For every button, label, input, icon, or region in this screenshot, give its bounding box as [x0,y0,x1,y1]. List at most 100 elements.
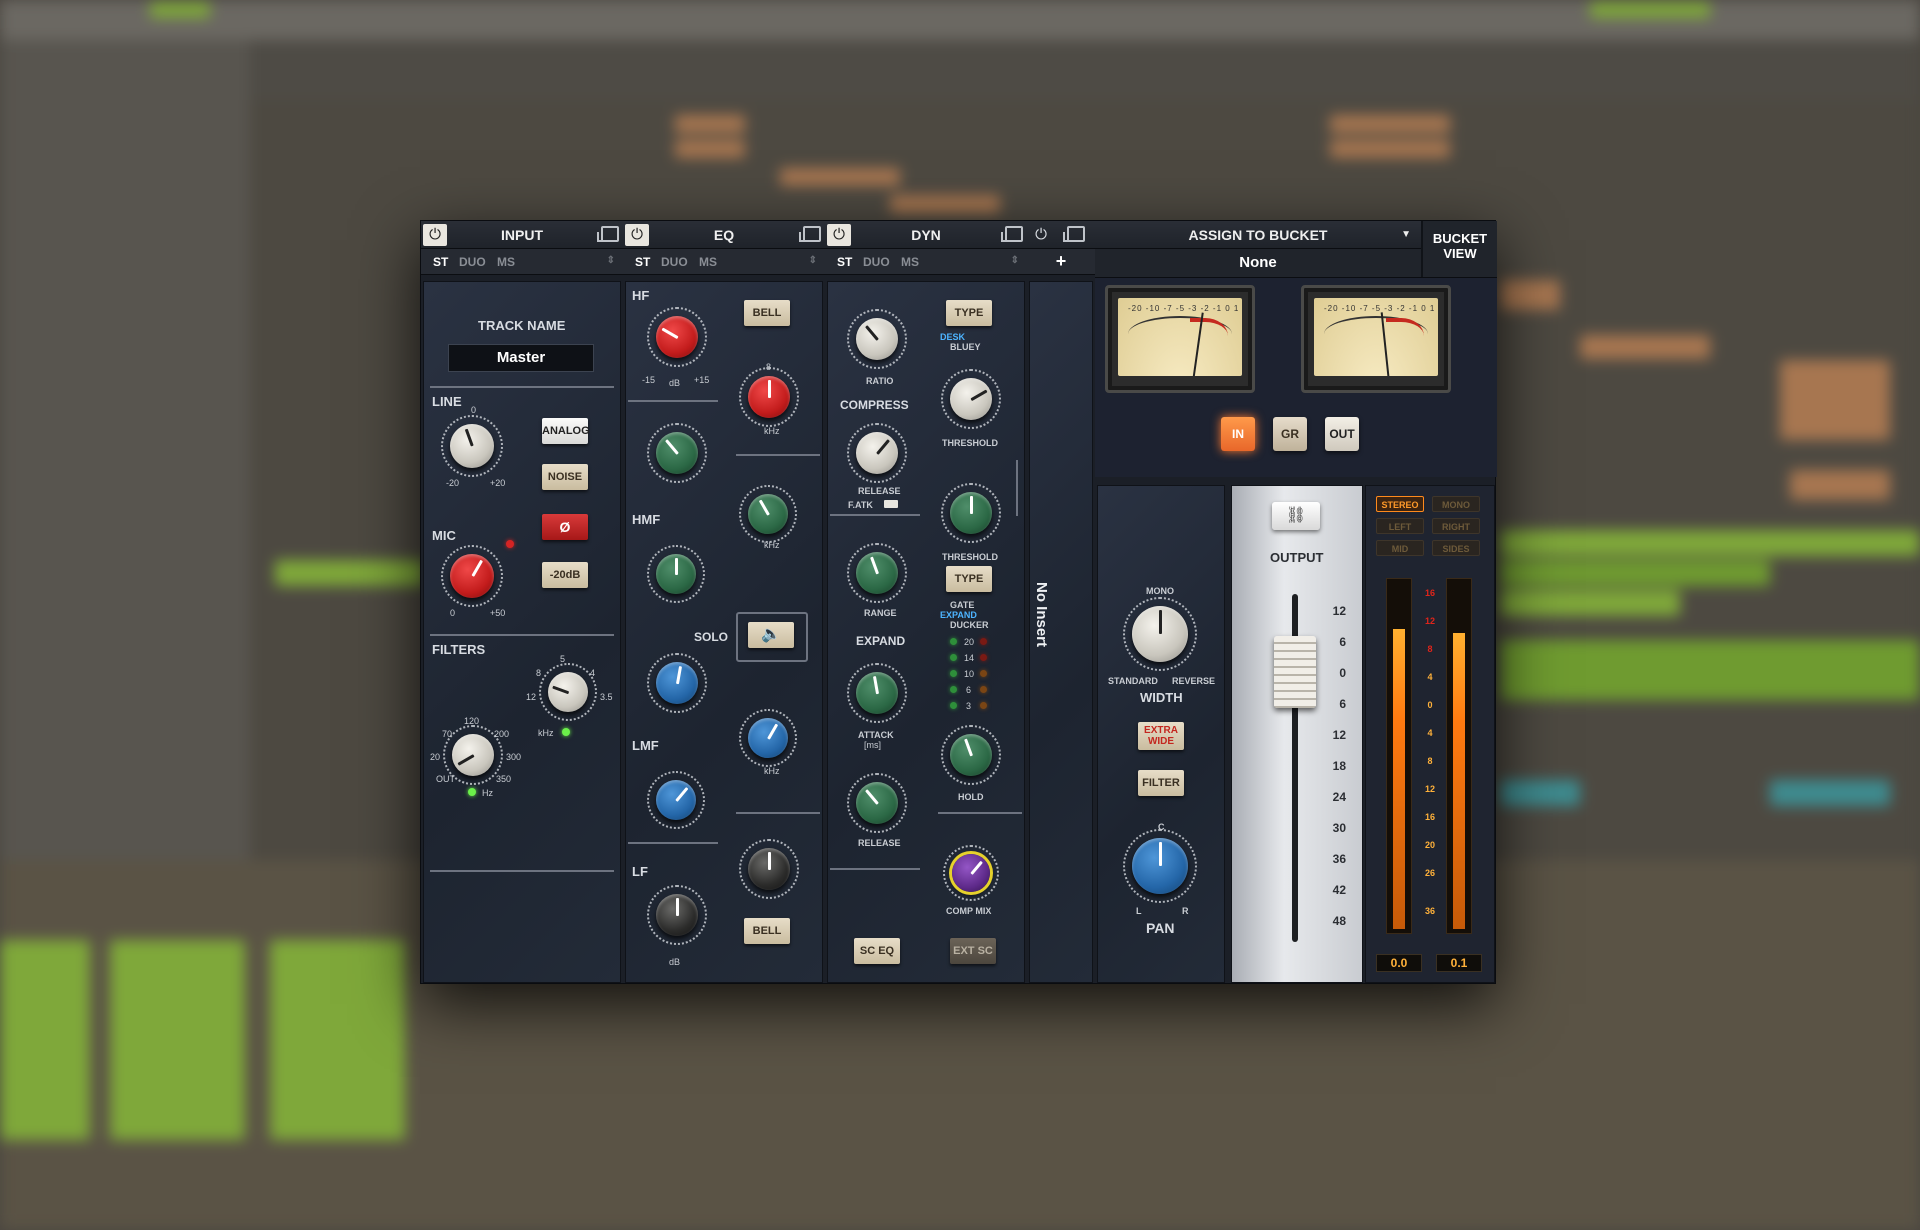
fader-tick: 12 [1332,604,1346,618]
fader-tick: 12 [1332,728,1346,742]
mode-left-button[interactable]: LEFT [1376,518,1424,534]
ratio-knob[interactable] [847,309,907,369]
hf-q-knob[interactable] [647,423,707,483]
lpf-led[interactable] [562,728,570,736]
pad-20db-button[interactable]: -20dB [542,562,588,588]
meter-gr-button[interactable]: GR [1273,417,1307,451]
hmf-q-knob[interactable] [647,545,705,603]
mode-st[interactable]: ST [837,255,852,269]
high-pass-filter-knob[interactable] [443,725,503,785]
mode-stereo-button[interactable]: STEREO [1376,496,1424,512]
hf-gain-knob[interactable] [647,307,707,367]
lmf-q-knob[interactable] [647,771,705,829]
mode-duo[interactable]: DUO [459,255,486,269]
fast-attack-switch[interactable] [884,500,898,508]
gr-led [980,686,987,693]
low-pass-filter-knob[interactable] [539,663,597,721]
link-icon[interactable]: ⛓ [1272,502,1320,530]
daw-region [1780,360,1890,440]
input-expand-icon[interactable] [597,226,619,242]
meter-in-button[interactable]: IN [1221,417,1255,451]
daw-region [1500,780,1580,806]
no-insert-label: No Insert [1033,582,1050,648]
mode-arrow-icon[interactable]: ⇕ [809,255,817,266]
gr-led [980,654,987,661]
hf-freq-knob[interactable] [739,367,799,427]
mode-sides-button[interactable]: SIDES [1432,540,1480,556]
width-knob[interactable] [1123,597,1197,671]
gate-type-button[interactable]: TYPE [946,566,992,592]
track-name-field[interactable]: Master [448,344,594,372]
hmf-freq-knob[interactable] [739,485,797,543]
pan-knob[interactable] [1123,829,1197,903]
mode-duo[interactable]: DUO [661,255,688,269]
release2-label: RELEASE [858,838,901,848]
mode-mid-button[interactable]: MID [1376,540,1424,556]
hf-label: HF [632,288,650,303]
dyn-expand-icon[interactable] [1001,226,1023,242]
insert-power-button[interactable]: ⏻ [1029,224,1053,246]
gate-release-knob[interactable] [847,773,907,833]
input-power-button[interactable]: ⏻ [423,224,447,246]
assign-to-bucket-dropdown[interactable]: ASSIGN TO BUCKET ▼ [1095,221,1421,249]
comp-threshold-knob[interactable] [941,369,1001,429]
comp-release-knob[interactable] [847,423,907,483]
lf-gain-knob[interactable] [647,885,707,945]
gr-led-label: 10 [964,669,975,679]
eq-power-button[interactable]: ⏻ [625,224,649,246]
lmf-freq-unit: kHz [764,766,780,776]
lmf-freq-knob[interactable] [739,709,797,767]
solo-speaker-icon[interactable]: 🔈 [748,622,794,648]
hpf-led[interactable] [468,788,476,796]
hmf-label: HMF [632,512,661,527]
mode-duo[interactable]: DUO [863,255,890,269]
mode-st[interactable]: ST [635,255,650,269]
sidechain-eq-button[interactable]: SC EQ [854,938,900,964]
gr-led [980,670,987,677]
line-gain-knob[interactable] [441,415,503,477]
gate-threshold-knob[interactable] [941,483,1001,543]
comp-mix-knob[interactable] [943,845,999,901]
insert-add-button[interactable]: + [1027,249,1095,275]
mode-ms[interactable]: MS [497,255,515,269]
lf-freq-knob[interactable] [739,839,799,899]
external-sidechain-button[interactable]: EXT SC [950,938,996,964]
divider [736,454,820,456]
hold-knob[interactable] [941,725,1001,785]
mode-arrow-icon[interactable]: ⇕ [1011,255,1019,266]
range-knob[interactable] [847,543,907,603]
comp-type-button[interactable]: TYPE [946,300,992,326]
dyn-power-button[interactable]: ⏻ [827,224,851,246]
fader-tick: 0 [1339,666,1346,680]
lpf-tick: 12 [526,692,537,702]
bucket-value[interactable]: None [1095,249,1421,277]
phase-invert-button[interactable]: Ø [542,514,588,540]
lf-bell-button[interactable]: BELL [744,918,790,944]
eq-expand-icon[interactable] [799,226,821,242]
attack-knob[interactable] [847,663,907,723]
insert-slot[interactable]: No Insert [1029,281,1093,983]
mode-arrow-icon[interactable]: ⇕ [607,255,615,266]
analog-button[interactable]: ANALOG [542,418,590,444]
lmf-gain-knob[interactable] [647,653,707,713]
mode-ms[interactable]: MS [901,255,919,269]
mode-right-button[interactable]: RIGHT [1432,518,1480,534]
extra-wide-button[interactable]: EXTRA WIDE [1138,722,1184,750]
mic-gain-knob[interactable] [441,545,503,607]
mode-ms[interactable]: MS [699,255,717,269]
line-label: LINE [432,394,462,409]
input-header: ⏻ INPUT [421,221,623,249]
mode-mono-button[interactable]: MONO [1432,496,1480,512]
output-fader-handle[interactable] [1274,636,1316,708]
noise-button[interactable]: NOISE [542,464,588,490]
hf-bell-button[interactable]: BELL [744,300,790,326]
mode-st[interactable]: ST [433,255,448,269]
expand-mode-label: EXPAND [940,610,977,620]
fader-tick: 18 [1332,759,1346,773]
eq-title: EQ [713,227,735,243]
insert-expand-icon[interactable] [1063,226,1085,242]
width-filter-button[interactable]: FILTER [1138,770,1184,796]
meter-out-button[interactable]: OUT [1325,417,1359,451]
bucket-view-button[interactable]: BUCKET VIEW [1421,221,1497,277]
input-panel: TRACK NAME Master LINE 0 -20 +20 ANALOG … [423,281,621,983]
